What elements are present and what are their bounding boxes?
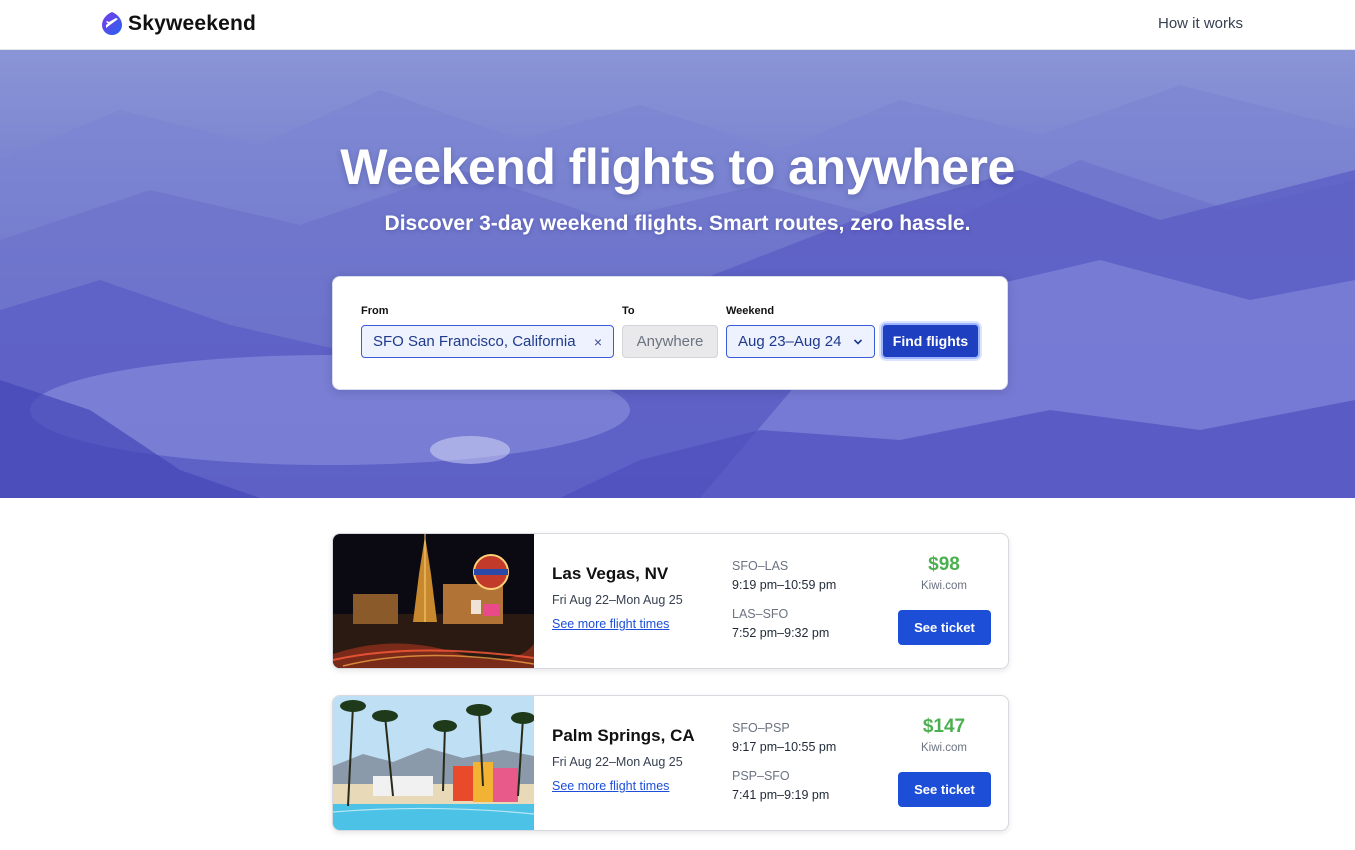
destination-photo-las-vegas <box>333 534 534 668</box>
from-field[interactable]: SFO San Francisco, California × <box>361 325 614 358</box>
weekend-label: Weekend <box>726 305 775 317</box>
return-time: 7:52 pm–9:32 pm <box>732 626 830 640</box>
find-flights-button[interactable]: Find flights <box>881 323 980 359</box>
from-label: From <box>361 305 389 317</box>
return-time: 7:41 pm–9:19 pm <box>732 788 830 802</box>
destination-photo-palm-springs <box>333 696 534 830</box>
hero-title: Weekend flights to anywhere <box>340 139 1015 195</box>
close-icon[interactable]: × <box>594 334 602 350</box>
result-card-las-vegas: Las Vegas, NV Fri Aug 22–Mon Aug 25 See … <box>332 533 1009 669</box>
to-field[interactable]: Anywhere <box>622 325 718 358</box>
ticket-price: $147 <box>922 716 966 737</box>
flight-search-form: From SFO San Francisco, California × To … <box>332 276 1008 390</box>
plane-logo-icon <box>102 12 122 35</box>
outbound-route: SFO–PSP <box>732 721 790 735</box>
from-value: SFO San Francisco, California <box>373 333 576 350</box>
destination-name: Las Vegas, NV <box>552 564 669 583</box>
destination-name: Palm Springs, CA <box>552 726 695 745</box>
top-nav: Skyweekend How it works <box>0 0 1355 50</box>
trip-dates: Fri Aug 22–Mon Aug 25 <box>552 593 683 607</box>
how-it-works-link[interactable]: How it works <box>1158 15 1243 32</box>
hero-subtitle: Discover 3-day weekend flights. Smart ro… <box>384 212 971 235</box>
brand-logo-link[interactable]: Skyweekend <box>100 10 256 38</box>
chevron-down-icon <box>853 338 863 345</box>
weekend-select[interactable]: Aug 23–Aug 24 <box>726 325 875 358</box>
see-more-flight-times-link[interactable]: See more flight times <box>552 617 669 631</box>
trip-dates: Fri Aug 22–Mon Aug 25 <box>552 755 683 769</box>
see-ticket-button[interactable]: See ticket <box>898 772 991 807</box>
to-placeholder: Anywhere <box>636 333 704 350</box>
outbound-time: 9:19 pm–10:59 pm <box>732 578 837 592</box>
ticket-vendor: Kiwi.com <box>920 742 967 754</box>
result-card-palm-springs: Palm Springs, CA Fri Aug 22–Mon Aug 25 S… <box>332 695 1009 831</box>
return-route: PSP–SFO <box>732 769 790 783</box>
ticket-vendor: Kiwi.com <box>920 580 967 592</box>
outbound-time: 9:17 pm–10:55 pm <box>732 740 837 754</box>
return-route: LAS–SFO <box>732 607 789 621</box>
see-ticket-button[interactable]: See ticket <box>898 610 991 645</box>
ticket-price: $98 <box>928 554 960 575</box>
hero-background-image <box>0 85 1355 498</box>
outbound-route: SFO–LAS <box>732 559 789 573</box>
weekend-value: Aug 23–Aug 24 <box>738 333 842 350</box>
hero-section: Weekend flights to anywhere Discover 3-d… <box>0 50 1355 498</box>
to-label: To <box>622 305 635 317</box>
see-more-flight-times-link[interactable]: See more flight times <box>552 779 669 793</box>
brand-name: Skyweekend <box>128 12 257 35</box>
